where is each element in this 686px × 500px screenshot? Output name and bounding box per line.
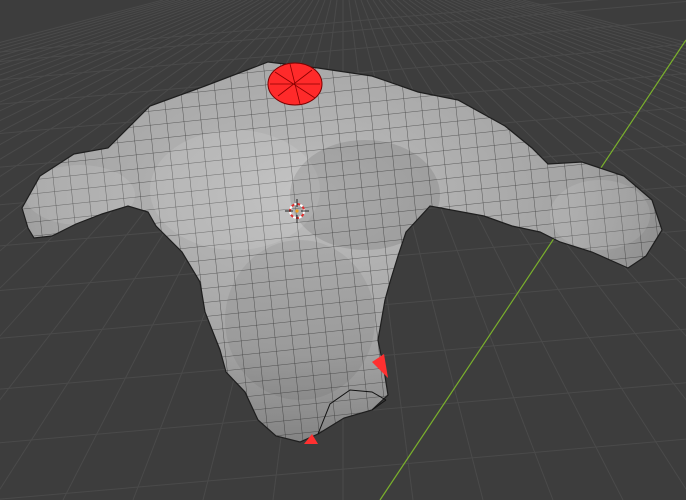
grid-line xyxy=(450,0,686,103)
arm-shading xyxy=(25,165,135,225)
grid-line xyxy=(0,0,170,47)
arm-shading xyxy=(550,180,650,250)
grid-line xyxy=(0,0,194,61)
chest-shading xyxy=(290,140,440,250)
3d-viewport[interactable] xyxy=(0,0,686,500)
grid-line xyxy=(462,0,686,88)
abdomen-shading xyxy=(225,240,375,400)
grid-line xyxy=(0,0,164,43)
viewport-canvas[interactable] xyxy=(0,0,686,500)
grid-line xyxy=(0,0,182,53)
grid-line xyxy=(0,0,176,50)
